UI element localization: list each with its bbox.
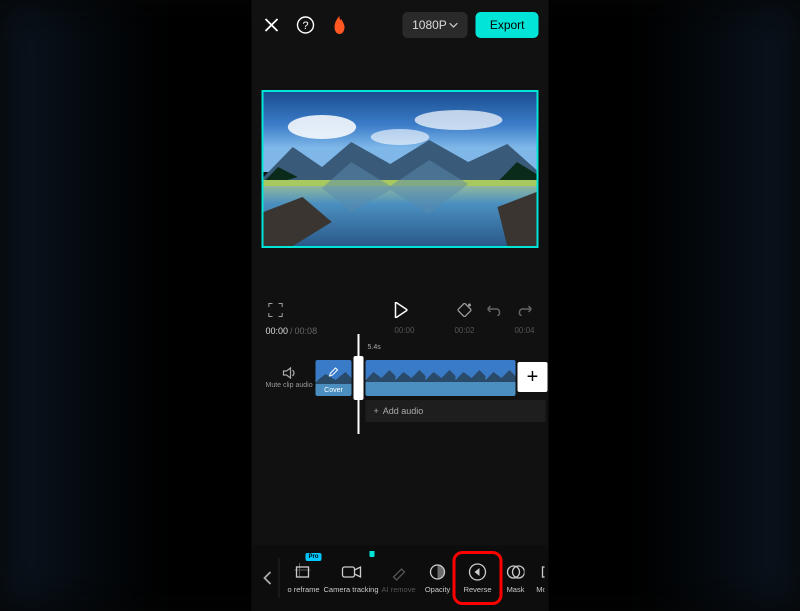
pencil-icon [329, 364, 339, 382]
plus-icon: + [374, 406, 379, 416]
tick: 00:00 [394, 326, 414, 336]
motion-icon [539, 563, 545, 581]
cover-label: Cover [324, 387, 343, 396]
tick: 00:02 [454, 326, 474, 336]
diamond-icon [458, 303, 472, 317]
tool-auto-reframe[interactable]: Pro o reframe [284, 551, 324, 605]
close-icon [264, 17, 280, 33]
add-clip-button[interactable]: + [518, 362, 548, 392]
clip-frame [486, 360, 516, 396]
tool-label: Opacity [425, 586, 450, 594]
tool-reverse[interactable]: Reverse [457, 551, 499, 605]
video-preview[interactable] [262, 90, 539, 248]
add-audio-label: Add audio [383, 406, 424, 416]
current-time: 00:00 [266, 326, 289, 336]
keyframe-button[interactable] [455, 300, 475, 320]
flame-icon [332, 16, 348, 34]
video-editor-app: ? 1080P Export [252, 0, 549, 611]
clip-frame [456, 360, 486, 396]
total-time: 00:08 [295, 326, 318, 336]
undo-icon [488, 304, 502, 316]
clip-frame [366, 360, 396, 396]
playback-right-group [455, 300, 535, 320]
tools-scroll[interactable]: Pro o reframe Camera tracking AI remove … [284, 551, 545, 605]
reverse-icon [468, 562, 488, 582]
resolution-button[interactable]: 1080P [402, 12, 468, 38]
tool-label: Mask [507, 586, 525, 594]
tool-mask[interactable]: Mask [499, 551, 533, 605]
bottom-toolbar: Pro o reframe Camera tracking AI remove … [252, 545, 549, 611]
cover-button[interactable]: Cover [316, 360, 352, 396]
resolution-label: 1080P [412, 18, 447, 32]
fullscreen-button[interactable] [266, 300, 286, 320]
tool-camera-tracking[interactable]: Camera tracking [324, 551, 379, 605]
tool-label: Motion [536, 586, 544, 594]
flame-button[interactable] [330, 15, 350, 35]
help-button[interactable]: ? [296, 15, 316, 35]
time-display: 00:00 / 00:08 [266, 326, 318, 336]
tool-ai-remove[interactable]: AI remove [379, 551, 419, 605]
redo-button[interactable] [515, 300, 535, 320]
clip-frame [426, 360, 456, 396]
playhead-line[interactable] [358, 334, 360, 434]
preview-image [264, 92, 537, 246]
time-row: 00:00 / 00:08 00:00 00:02 00:04 [252, 326, 549, 344]
add-audio-button[interactable]: + Add audio [366, 400, 546, 422]
new-badge [369, 551, 374, 557]
clip-frame [396, 360, 426, 396]
tool-opacity[interactable]: Opacity [419, 551, 457, 605]
topbar-right: 1080P Export [402, 12, 538, 38]
mask-icon [507, 563, 525, 581]
export-button[interactable]: Export [476, 12, 539, 38]
eraser-icon [390, 563, 408, 581]
tool-label: Camera tracking [324, 586, 379, 594]
tool-label: AI remove [381, 586, 415, 594]
mute-clip-audio-button[interactable]: Mute clip audio [266, 366, 313, 390]
chevron-left-icon [262, 571, 272, 585]
time-separator: / [290, 326, 293, 336]
close-button[interactable] [262, 15, 282, 35]
chevron-down-icon [450, 23, 458, 28]
topbar: ? 1080P Export [252, 0, 549, 50]
tool-label: Reverse [464, 586, 492, 594]
tool-motion[interactable]: Motion [533, 551, 545, 605]
play-button[interactable] [390, 300, 410, 320]
playback-controls [252, 288, 549, 326]
pro-badge: Pro [305, 553, 321, 561]
timeline[interactable]: Mute clip audio Cover 5.4s + + Add audio [252, 354, 549, 444]
redo-icon [518, 304, 532, 316]
time-ticks: 00:00 00:02 00:04 [394, 326, 534, 336]
speaker-icon [282, 366, 296, 380]
mute-label: Mute clip audio [266, 382, 313, 390]
crop-icon [295, 563, 313, 581]
undo-button[interactable] [485, 300, 505, 320]
svg-text:?: ? [302, 20, 308, 32]
help-icon: ? [297, 16, 315, 34]
play-icon [393, 302, 407, 318]
video-clip[interactable] [366, 360, 516, 396]
fullscreen-icon [269, 303, 283, 317]
tick: 00:04 [514, 326, 534, 336]
toolbar-back-button[interactable] [256, 558, 280, 598]
clip-duration: 5.4s [368, 344, 381, 351]
camera-icon [341, 565, 361, 579]
tool-label: o reframe [287, 586, 319, 594]
opacity-icon [429, 563, 447, 581]
topbar-left: ? [262, 15, 350, 35]
